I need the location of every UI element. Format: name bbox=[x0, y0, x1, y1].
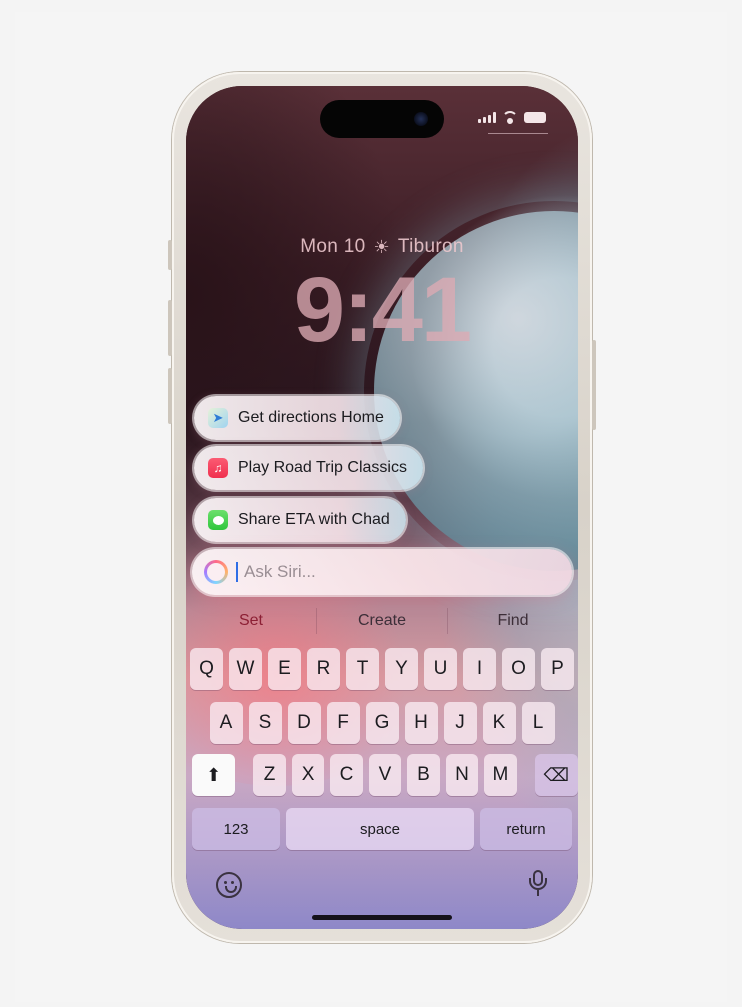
shift-key[interactable]: ⬆ bbox=[192, 754, 236, 796]
dynamic-island bbox=[320, 100, 444, 138]
predictive-text-bar: Set Create Find bbox=[186, 606, 578, 636]
suggestion-label: Play Road Trip Classics bbox=[238, 459, 407, 476]
siri-input-field[interactable]: Ask Siri... bbox=[192, 549, 572, 595]
key-y[interactable]: Y bbox=[385, 648, 418, 690]
wifi-icon bbox=[502, 111, 518, 124]
numbers-key[interactable]: 123 bbox=[192, 808, 280, 850]
key-m[interactable]: M bbox=[484, 754, 517, 796]
siri-suggestion-music[interactable]: ♫ Play Road Trip Classics bbox=[194, 446, 423, 490]
prediction-find[interactable]: Find bbox=[448, 612, 578, 630]
battery-icon bbox=[524, 112, 546, 123]
emoji-icon[interactable] bbox=[216, 872, 242, 898]
date-weather-widget[interactable]: Mon 10 ☀ Tiburon bbox=[186, 236, 578, 258]
maps-app-icon: ➤ bbox=[208, 408, 228, 428]
keyboard-row-3: ⬆ Z X C V B N M ⌫ bbox=[186, 754, 578, 796]
key-k[interactable]: K bbox=[482, 702, 516, 744]
key-g[interactable]: G bbox=[365, 702, 399, 744]
keyboard-row-1: Q W E R T Y U I O P bbox=[186, 648, 578, 690]
key-x[interactable]: X bbox=[291, 754, 325, 796]
lock-screen-time: 9:41 bbox=[293, 259, 472, 361]
suggestion-label: Get directions Home bbox=[238, 409, 384, 426]
key-p[interactable]: P bbox=[541, 648, 574, 690]
key-s[interactable]: S bbox=[248, 702, 282, 744]
side-button bbox=[592, 340, 596, 430]
microphone-icon[interactable] bbox=[528, 870, 548, 900]
keyboard-row-4: 123 space return bbox=[186, 808, 578, 850]
key-c[interactable]: C bbox=[330, 754, 363, 796]
music-app-icon: ♫ bbox=[208, 458, 228, 478]
key-l[interactable]: L bbox=[521, 702, 555, 744]
key-i[interactable]: I bbox=[463, 648, 496, 690]
action-button bbox=[168, 240, 172, 270]
prediction-set[interactable]: Set bbox=[186, 612, 316, 630]
sun-icon: ☀ bbox=[373, 236, 390, 257]
key-v[interactable]: V bbox=[368, 754, 402, 796]
cellular-signal-icon bbox=[478, 112, 496, 123]
status-bar bbox=[478, 111, 546, 124]
siri-icon bbox=[204, 560, 228, 584]
key-u[interactable]: U bbox=[424, 648, 457, 690]
volume-up-button bbox=[168, 300, 172, 356]
key-r[interactable]: R bbox=[307, 648, 340, 690]
keyboard-row-2: A S D F G H J K L bbox=[186, 702, 578, 744]
status-divider bbox=[488, 133, 548, 134]
key-f[interactable]: F bbox=[326, 702, 360, 744]
key-a[interactable]: A bbox=[209, 702, 243, 744]
key-e[interactable]: E bbox=[268, 648, 301, 690]
key-o[interactable]: O bbox=[502, 648, 535, 690]
front-camera bbox=[414, 112, 428, 126]
date-label: Mon 10 bbox=[300, 236, 366, 257]
key-q[interactable]: Q bbox=[190, 648, 223, 690]
siri-suggestion-share-eta[interactable]: Share ETA with Chad bbox=[194, 498, 406, 542]
siri-input-placeholder: Ask Siri... bbox=[244, 562, 316, 581]
location-label: Tiburon bbox=[397, 236, 464, 257]
key-t[interactable]: T bbox=[346, 648, 379, 690]
key-j[interactable]: J bbox=[443, 702, 477, 744]
text-cursor bbox=[236, 562, 238, 582]
return-key[interactable]: return bbox=[480, 808, 572, 850]
key-w[interactable]: W bbox=[229, 648, 262, 690]
key-z[interactable]: Z bbox=[253, 754, 286, 796]
iphone-device: Mon 10 ☀ Tiburon 9:41 ➤ Get directions H… bbox=[168, 72, 596, 943]
key-b[interactable]: B bbox=[407, 754, 440, 796]
delete-key[interactable]: ⌫ bbox=[534, 754, 578, 796]
key-h[interactable]: H bbox=[404, 702, 438, 744]
volume-down-button bbox=[168, 368, 172, 424]
key-n[interactable]: N bbox=[445, 754, 479, 796]
home-indicator[interactable] bbox=[312, 915, 452, 920]
suggestion-label: Share ETA with Chad bbox=[238, 511, 390, 528]
space-key[interactable]: space bbox=[286, 808, 474, 850]
screen: Mon 10 ☀ Tiburon 9:41 ➤ Get directions H… bbox=[186, 86, 578, 929]
siri-suggestion-directions[interactable]: ➤ Get directions Home bbox=[194, 396, 400, 440]
messages-app-icon bbox=[208, 510, 228, 530]
prediction-create[interactable]: Create bbox=[317, 612, 447, 630]
key-d[interactable]: D bbox=[287, 702, 321, 744]
